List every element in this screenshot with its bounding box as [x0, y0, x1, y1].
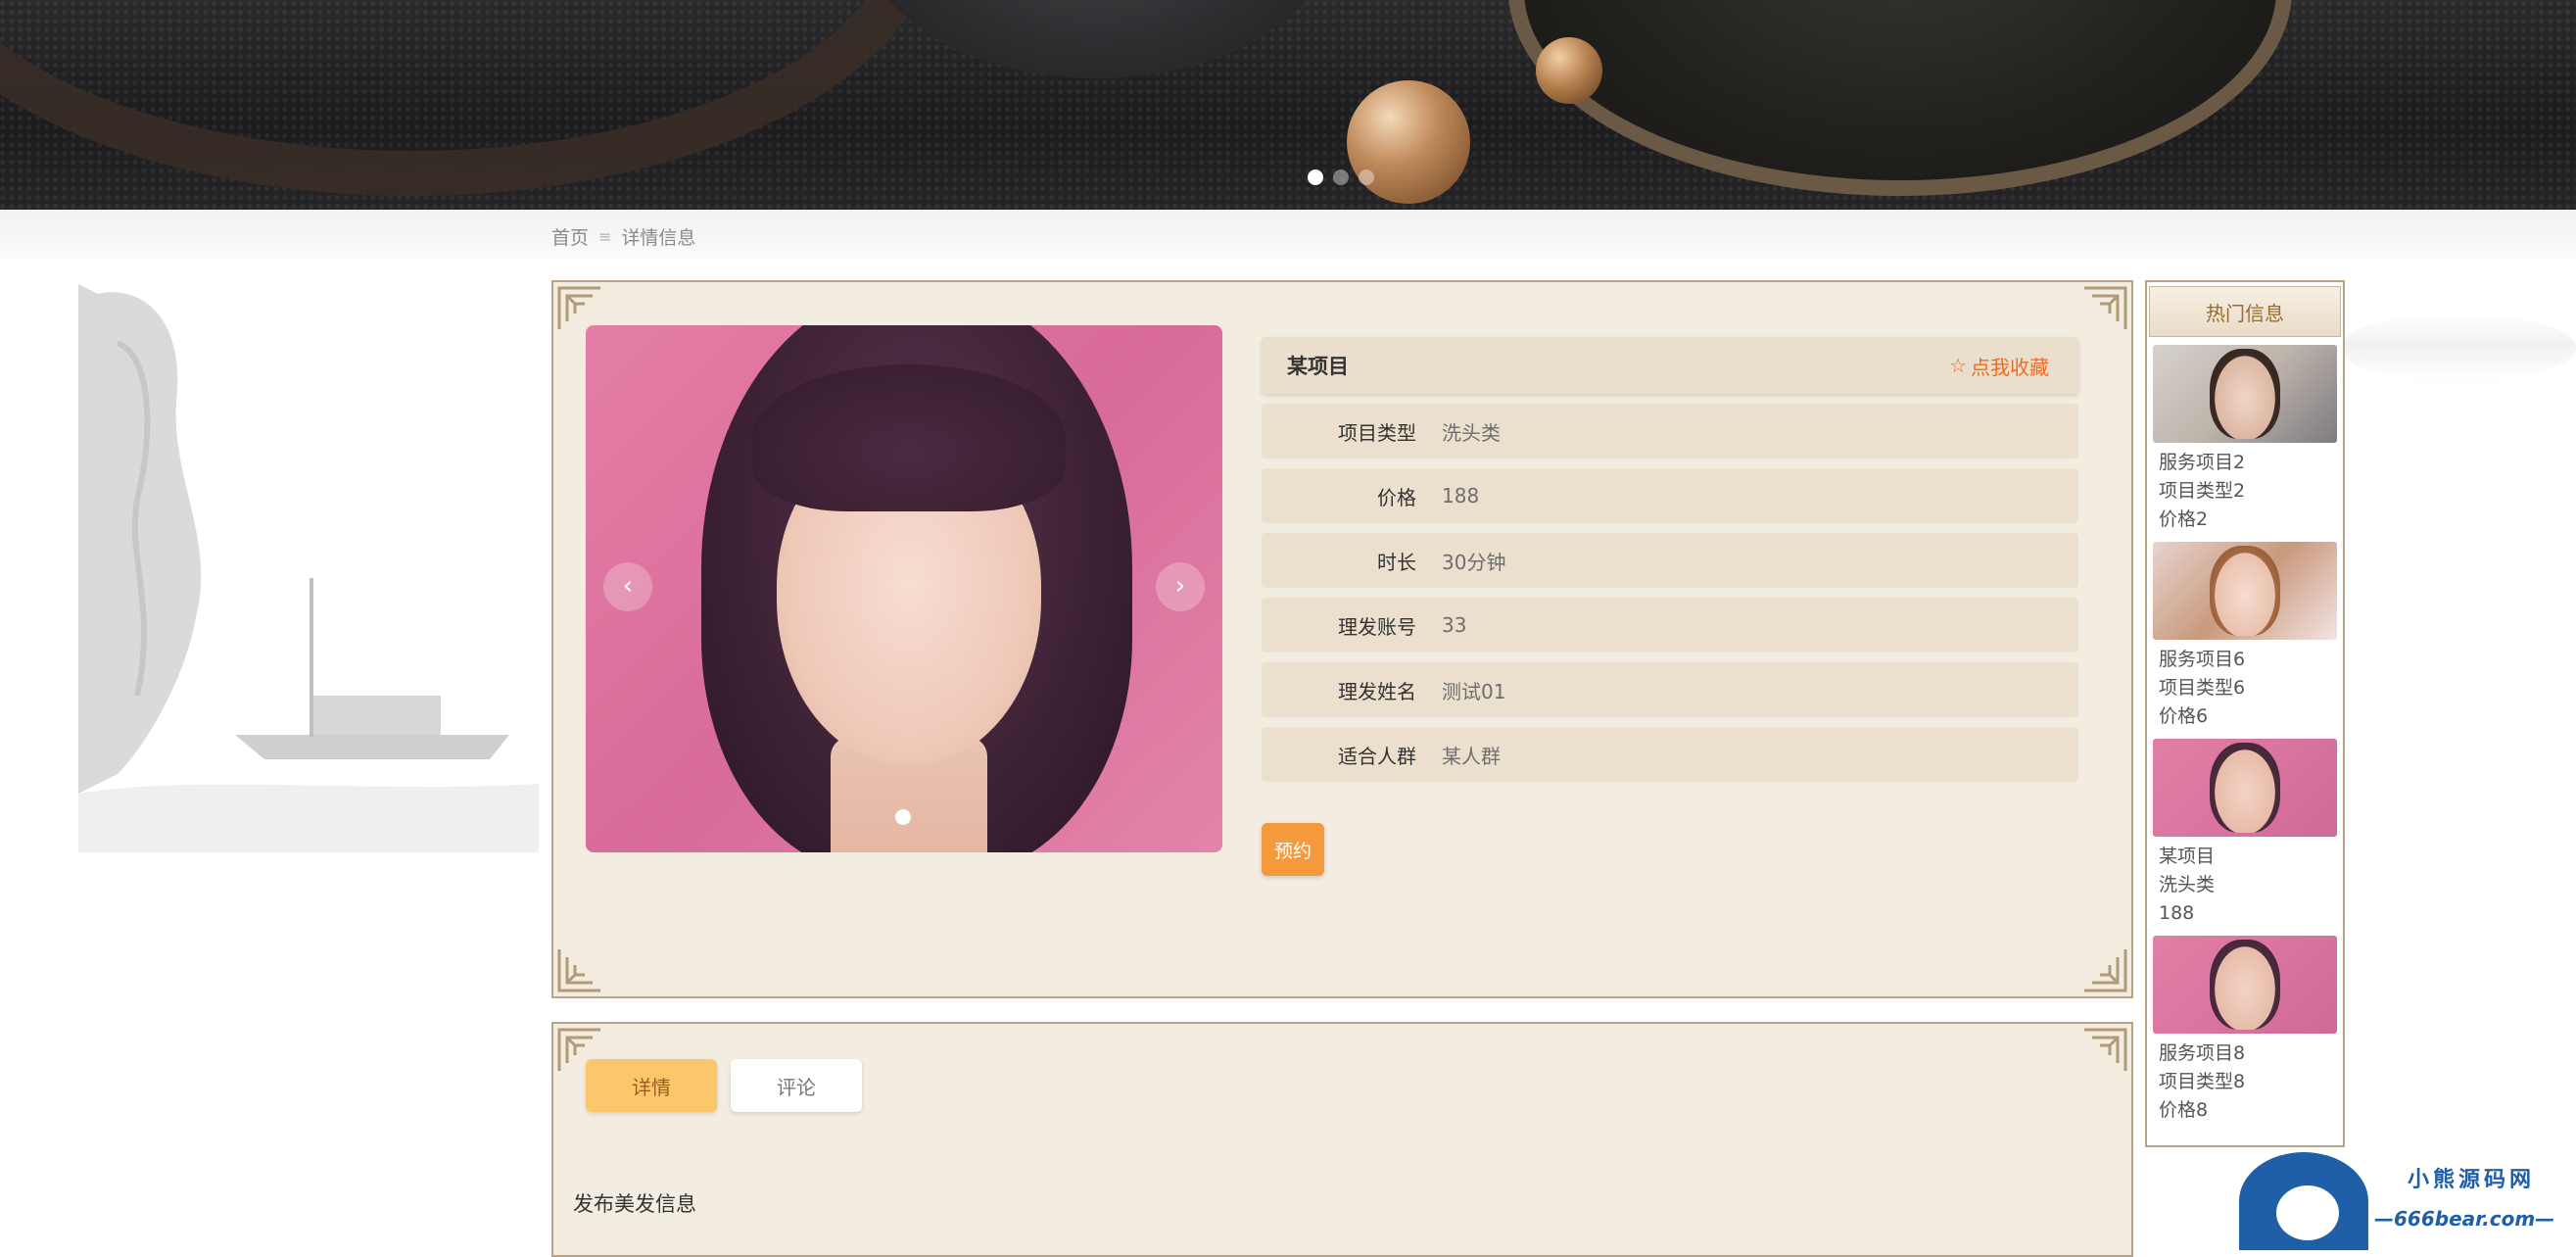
hot-item-name: 服务项目8 [2159, 1042, 2246, 1064]
carousel-dot[interactable] [895, 809, 911, 825]
product-name: 某项目 [1287, 355, 1349, 378]
banner-pearl [1347, 80, 1470, 204]
product-image-carousel[interactable]: ‹ › [586, 325, 1222, 852]
carousel-next-button[interactable]: › [1156, 562, 1205, 611]
hot-item[interactable]: 服务项目6 项目类型6 价格6 [2153, 542, 2337, 731]
field-value: 30分钟 [1442, 550, 1506, 574]
breadcrumb-home-link[interactable]: 首页 [551, 223, 589, 250]
corner-ornament [555, 945, 604, 994]
watermark-url: —666bear.com— [2374, 1207, 2555, 1231]
hot-item-type: 洗头类 [2159, 874, 2216, 895]
banner-product-image [862, 0, 1332, 78]
star-outline-icon: ☆ [1949, 354, 1967, 377]
hot-item-thumbnail[interactable] [2153, 739, 2337, 837]
breadcrumb-current: 详情信息 [621, 227, 696, 249]
carousel-prev-button[interactable]: ‹ [603, 562, 652, 611]
bear-logo-icon [2239, 1152, 2368, 1250]
field-value: 188 [1442, 484, 1480, 508]
favorite-button[interactable]: ☆ 点我收藏 [1949, 352, 2049, 380]
ink-mountain-decoration [2341, 314, 2576, 382]
hot-item-type: 项目类型8 [2159, 1071, 2246, 1092]
hot-item-price: 188 [2159, 902, 2195, 924]
book-button[interactable]: 预约 [1262, 823, 1324, 876]
product-photo [752, 364, 1066, 511]
hot-item-name: 某项目 [2159, 846, 2216, 867]
banner-dot[interactable] [1359, 169, 1374, 185]
field-value: 测试01 [1442, 679, 1506, 703]
field-value: 33 [1442, 613, 1467, 637]
hot-item[interactable]: 某项目 洗头类 188 [2153, 739, 2337, 928]
field-row-stylist-name: 理发姓名 测试01 [1262, 662, 2078, 717]
banner-dot[interactable] [1333, 169, 1349, 185]
tab-comment[interactable]: 评论 [731, 1059, 862, 1112]
tab-detail[interactable]: 详情 [586, 1059, 717, 1112]
hot-item[interactable]: 服务项目8 项目类型8 价格8 [2153, 936, 2337, 1125]
watermark-title: 小熊源码网 [2408, 1168, 2536, 1192]
field-row-stylist-account: 理发账号 33 [1262, 598, 2078, 653]
banner-product-image [1508, 0, 2292, 196]
field-label: 项目类型 [1338, 420, 1416, 445]
hot-item-thumbnail[interactable] [2153, 936, 2337, 1034]
detail-panel: ‹ › 某项目 ☆ 点我收藏 项目类型 洗头类 价格 188 时长 30分钟 理… [551, 280, 2315, 998]
breadcrumb: 首页 ≡ 详情信息 [551, 223, 695, 250]
product-info: 某项目 ☆ 点我收藏 项目类型 洗头类 价格 188 时长 30分钟 理发账号 … [1262, 337, 2315, 888]
product-title-bar: 某项目 ☆ 点我收藏 [1262, 337, 2078, 394]
breadcrumb-separator: ≡ [598, 227, 612, 246]
hot-item-price: 价格8 [2159, 1099, 2209, 1121]
hot-item-price: 价格6 [2159, 705, 2209, 727]
hero-banner [0, 0, 2576, 210]
corner-ornament [2080, 284, 2129, 333]
banner-pagination [1308, 169, 1374, 185]
hot-item-thumbnail[interactable] [2153, 345, 2337, 443]
banner-decoration [0, 0, 940, 196]
field-label: 适合人群 [1338, 744, 1416, 768]
hot-item-name: 服务项目2 [2159, 452, 2246, 473]
corner-ornament [2080, 945, 2129, 994]
field-label: 理发姓名 [1338, 679, 1416, 703]
hot-item-price: 价格2 [2159, 508, 2209, 530]
field-label: 时长 [1377, 550, 1416, 574]
hot-item-thumbnail[interactable] [2153, 542, 2337, 640]
hot-item-type: 项目类型2 [2159, 480, 2246, 502]
hot-item-name: 服务项目6 [2159, 649, 2246, 670]
hot-item-type: 项目类型6 [2159, 677, 2246, 699]
corner-ornament [2080, 1026, 2129, 1075]
field-label: 价格 [1377, 485, 1416, 509]
banner-dot[interactable] [1308, 169, 1323, 185]
watermark-logo: 小熊源码网 —666bear.com— [2235, 1146, 2558, 1250]
field-label: 理发账号 [1338, 614, 1416, 639]
content-panel: 详情 评论 发布美发信息 [551, 1022, 2133, 1257]
field-value: 洗头类 [1442, 420, 1501, 445]
field-row-type: 项目类型 洗头类 [1262, 404, 2078, 459]
field-value: 某人群 [1442, 744, 1501, 768]
favorite-label: 点我收藏 [1971, 355, 2049, 379]
banner-pearl [1536, 37, 1602, 104]
breadcrumb-bar: 首页 ≡ 详情信息 [0, 210, 2576, 259]
ink-landscape-decoration [78, 284, 539, 852]
field-row-price: 价格 188 [1262, 468, 2078, 523]
hot-item[interactable]: 服务项目2 项目类型2 价格2 [2153, 345, 2337, 534]
section-heading: 发布美发信息 [573, 1192, 696, 1216]
hot-sidebar: 热门信息 服务项目2 项目类型2 价格2 服务项目6 项目类型6 价格6 某项目… [2145, 280, 2345, 1147]
field-row-duration: 时长 30分钟 [1262, 533, 2078, 588]
field-row-audience: 适合人群 某人群 [1262, 727, 2078, 782]
hot-sidebar-title: 热门信息 [2149, 286, 2341, 337]
